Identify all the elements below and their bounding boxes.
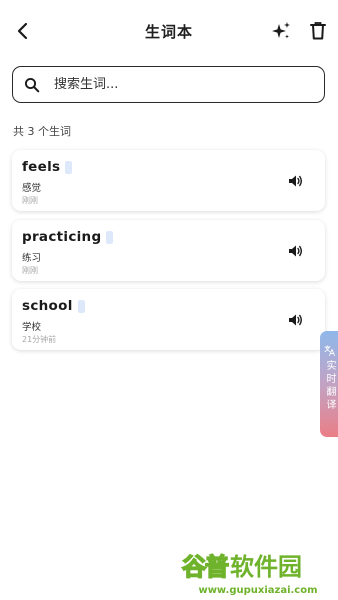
pronounce-button[interactable] — [288, 173, 303, 187]
search-input[interactable] — [54, 77, 294, 92]
word-time: 刚刚 — [22, 266, 38, 275]
word-row: school — [22, 298, 85, 314]
ai-sparkle-button[interactable] — [270, 20, 292, 42]
pronounce-button[interactable] — [288, 312, 303, 326]
word-text: practicing — [22, 229, 102, 245]
word-card-feels[interactable]: feels 感觉 刚刚 — [12, 150, 325, 211]
site-watermark: 谷普 软件园 www.gupuxiazai.com — [181, 546, 334, 596]
translate-icon — [324, 345, 335, 356]
speaker-icon — [289, 314, 302, 326]
word-meaning: 学校 — [22, 322, 42, 333]
pronounce-button[interactable] — [288, 243, 303, 257]
watermark-logo-part1: 谷普 — [181, 552, 230, 582]
trash-icon — [310, 22, 326, 40]
word-count-label: 共 3 个生词 — [13, 125, 71, 138]
word-text: feels — [22, 159, 61, 175]
watermark-url: www.gupuxiazai.com — [198, 585, 318, 596]
word-meaning: 感觉 — [22, 183, 42, 194]
word-meaning: 练习 — [22, 253, 42, 264]
word-text: school — [22, 298, 73, 314]
watermark-logo-part2: 软件园 — [230, 552, 302, 581]
speaker-icon — [289, 175, 302, 187]
search-icon — [24, 77, 40, 92]
sparkle-icon — [272, 22, 290, 39]
delete-all-button[interactable] — [308, 20, 328, 42]
app-header: 生词本 — [0, 0, 338, 62]
word-row: practicing — [22, 229, 114, 245]
speaker-icon — [289, 245, 302, 257]
word-card-practicing[interactable]: practicing 练习 刚刚 — [12, 220, 325, 281]
search-box[interactable] — [12, 66, 325, 103]
word-tag — [106, 230, 114, 244]
word-card-school[interactable]: school 学校 21分钟前 — [12, 289, 325, 350]
word-time: 21分钟前 — [22, 335, 57, 344]
word-tag — [77, 299, 85, 313]
translate-tab-label: 实时翻译 — [324, 360, 335, 412]
word-row: feels — [22, 159, 73, 175]
word-tag — [65, 160, 73, 174]
word-time: 刚刚 — [22, 196, 38, 205]
realtime-translate-tab[interactable]: 实时翻译 — [320, 331, 338, 437]
